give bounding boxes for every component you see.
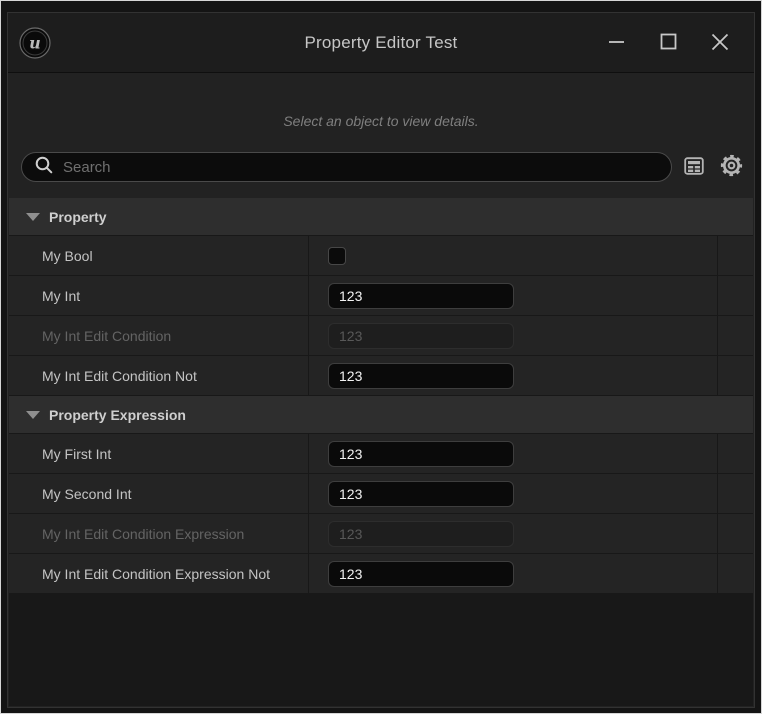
property-value-cell xyxy=(309,514,717,553)
my-first-int-input[interactable] xyxy=(328,441,514,467)
property-grid: Property My Bool My Int xyxy=(9,198,753,706)
display-filter-button[interactable] xyxy=(679,152,709,182)
property-name: My Int Edit Condition xyxy=(9,316,309,355)
my-int-edit-condition-input xyxy=(328,323,514,349)
property-name: My First Int xyxy=(9,434,309,473)
my-int-input[interactable] xyxy=(328,283,514,309)
empty-selection-hint: Select an object to view details. xyxy=(8,113,754,129)
row-gutter xyxy=(717,554,753,593)
gear-icon xyxy=(719,153,744,181)
window-controls xyxy=(590,13,746,73)
property-value-cell xyxy=(309,554,717,593)
row-my-int-edit-condition-not: My Int Edit Condition Not xyxy=(9,356,753,396)
section-title: Property Expression xyxy=(49,407,186,423)
row-gutter xyxy=(717,514,753,553)
property-value-cell xyxy=(309,474,717,513)
row-my-int-edit-condition-expression: My Int Edit Condition Expression xyxy=(9,514,753,554)
display-filter-icon xyxy=(682,154,706,181)
my-second-int-input[interactable] xyxy=(328,481,514,507)
property-name: My Second Int xyxy=(9,474,309,513)
search-input[interactable] xyxy=(63,159,659,176)
row-gutter xyxy=(717,276,753,315)
property-name: My Int xyxy=(9,276,309,315)
property-editor-window: u Property Editor Test xyxy=(7,12,755,708)
section-header-property-expression[interactable]: Property Expression xyxy=(9,396,753,434)
search-icon xyxy=(34,155,54,180)
property-value-cell xyxy=(309,276,717,315)
screenshot-root: u Property Editor Test xyxy=(0,0,762,714)
section-property: Property My Bool My Int xyxy=(9,198,753,396)
maximize-button[interactable] xyxy=(642,13,694,73)
close-icon xyxy=(711,33,729,54)
row-gutter xyxy=(717,236,753,275)
close-button[interactable] xyxy=(694,13,746,73)
property-value-cell xyxy=(309,434,717,473)
chevron-down-icon xyxy=(26,411,40,419)
property-name: My Int Edit Condition Not xyxy=(9,356,309,395)
row-gutter xyxy=(717,356,753,395)
my-int-edit-condition-expression-input xyxy=(328,521,514,547)
row-my-int-edit-condition: My Int Edit Condition xyxy=(9,316,753,356)
property-value-cell xyxy=(309,236,717,275)
property-name: My Bool xyxy=(9,236,309,275)
row-my-bool: My Bool xyxy=(9,236,753,276)
search-row xyxy=(21,152,746,182)
property-value-cell xyxy=(309,316,717,355)
row-gutter xyxy=(717,474,753,513)
row-gutter xyxy=(717,434,753,473)
row-my-int-edit-condition-expression-not: My Int Edit Condition Expression Not xyxy=(9,554,753,594)
row-my-first-int: My First Int xyxy=(9,434,753,474)
section-title: Property xyxy=(49,209,107,225)
settings-button[interactable] xyxy=(716,152,746,182)
my-int-edit-condition-not-input[interactable] xyxy=(328,363,514,389)
search-box[interactable] xyxy=(21,152,672,182)
property-value-cell xyxy=(309,356,717,395)
my-bool-checkbox[interactable] xyxy=(328,247,346,265)
minimize-icon xyxy=(608,33,625,53)
section-property-expression: Property Expression My First Int My Seco… xyxy=(9,396,753,594)
property-name: My Int Edit Condition Expression Not xyxy=(9,554,309,593)
property-name: My Int Edit Condition Expression xyxy=(9,514,309,553)
section-header-property[interactable]: Property xyxy=(9,198,753,236)
row-my-int: My Int xyxy=(9,276,753,316)
row-gutter xyxy=(717,316,753,355)
maximize-icon xyxy=(660,33,677,53)
my-int-edit-condition-expression-not-input[interactable] xyxy=(328,561,514,587)
row-my-second-int: My Second Int xyxy=(9,474,753,514)
titlebar[interactable]: u Property Editor Test xyxy=(8,13,754,73)
chevron-down-icon xyxy=(26,213,40,221)
minimize-button[interactable] xyxy=(590,13,642,73)
